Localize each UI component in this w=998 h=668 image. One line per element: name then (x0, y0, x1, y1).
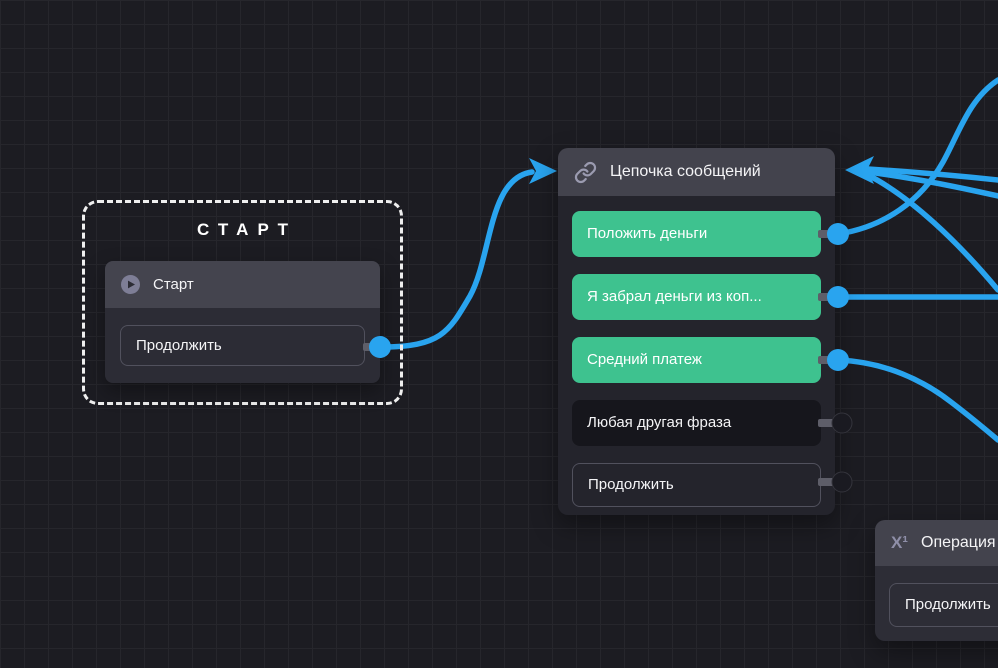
chain-link-icon (574, 161, 597, 184)
message-chain-title: Цепочка сообщений (610, 163, 761, 181)
edge-start-to-chain[interactable] (381, 172, 532, 347)
start-node-title: Старт (153, 276, 194, 293)
chain-continue-button[interactable]: Продолжить (572, 463, 821, 507)
message-chain-body: Положить деньги Я забрал деньги из коп..… (558, 196, 835, 515)
chain-option-took-money[interactable]: Я забрал деньги из коп... (572, 274, 821, 320)
start-group-title: СТАРТ (85, 220, 400, 240)
edge-average-payment-out[interactable] (838, 360, 998, 440)
message-chain-header: Цепочка сообщений (558, 148, 835, 196)
operation-node[interactable]: X¹ Операция Продолжить (875, 520, 998, 641)
message-chain-node[interactable]: Цепочка сообщений Положить деньги Я забр… (558, 148, 835, 515)
start-continue-button[interactable]: Продолжить (120, 325, 365, 366)
chain-option-any-other-phrase[interactable]: Любая другая фраза (572, 400, 821, 446)
flow-canvas[interactable]: СТАРТ Старт Продолжить Цепочка сообщений (0, 0, 998, 668)
operation-continue-button[interactable]: Продолжить (889, 583, 998, 627)
variable-x1-icon: X¹ (891, 533, 908, 553)
start-node-header: Старт (105, 261, 380, 308)
play-icon (121, 275, 140, 294)
start-node-body: Продолжить (105, 308, 380, 383)
chain-option-average-payment[interactable]: Средний платеж (572, 337, 821, 383)
operation-node-title: Операция (921, 534, 996, 552)
start-group-node[interactable]: СТАРТ Старт Продолжить (82, 200, 403, 405)
chain-option-put-money[interactable]: Положить деньги (572, 211, 821, 257)
operation-node-header: X¹ Операция (875, 520, 998, 566)
start-node-card[interactable]: Старт Продолжить (105, 261, 380, 383)
operation-node-body: Продолжить (875, 566, 998, 641)
